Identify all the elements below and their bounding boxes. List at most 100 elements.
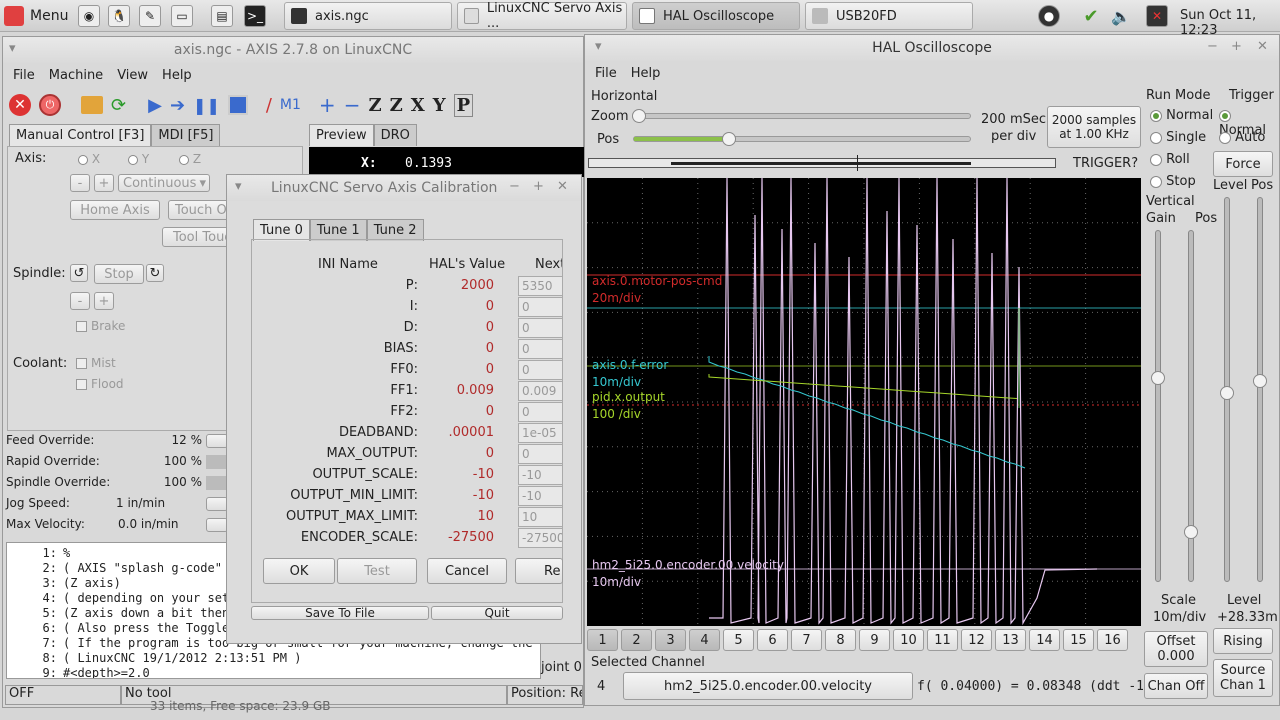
pause-icon[interactable]: ❚❚	[193, 96, 220, 115]
tab-manual-control[interactable]: Manual Control [F3]	[9, 124, 152, 146]
chan-off-button[interactable]: Chan Off	[1144, 673, 1208, 699]
scope-display[interactable]: axis.0.motor-pos-cmd 20m/div axis.0.f-erro…	[587, 178, 1141, 626]
stop-program-icon[interactable]	[227, 95, 248, 115]
calib-next-field[interactable]: 0	[518, 297, 562, 317]
shield-tray-icon[interactable]: ✔	[1080, 5, 1102, 27]
run-stop-radio[interactable]: Stop	[1150, 174, 1196, 189]
start-menu-button[interactable]: Menu	[4, 4, 68, 28]
camera-launcher-icon[interactable]: ◉	[78, 5, 100, 27]
terminal-launcher-icon[interactable]: >_	[244, 5, 266, 27]
channel-10-button[interactable]: 10	[893, 629, 924, 651]
task-usb[interactable]: USB20FD	[805, 2, 973, 30]
window-menu-icon[interactable]: ▾	[235, 179, 242, 194]
optional-stop-icon[interactable]: M1	[280, 97, 301, 113]
task-scope[interactable]: HAL Oscilloscope	[632, 2, 800, 30]
spindle-cw-icon[interactable]: ↻	[146, 264, 164, 282]
menu-view[interactable]: View	[117, 68, 148, 83]
jog-speed-slider[interactable]	[206, 497, 228, 511]
test-button[interactable]: Test	[337, 558, 417, 584]
menu-file[interactable]: File	[13, 68, 35, 83]
estop-icon[interactable]: ✕	[9, 94, 31, 116]
tab-tune-2[interactable]: Tune 2	[366, 219, 424, 241]
task-axis[interactable]: axis.ngc	[284, 2, 452, 30]
volume-tray-icon[interactable]: 🔈	[1110, 5, 1132, 27]
tab-dro[interactable]: DRO	[373, 124, 417, 146]
close-icon[interactable]: ✕	[1257, 39, 1268, 54]
spindle-stop-button[interactable]: Stop	[94, 264, 144, 284]
revert-button[interactable]: Re	[515, 558, 563, 584]
tab-mdi[interactable]: MDI [F5]	[151, 124, 221, 146]
channel-6-button[interactable]: 6	[757, 629, 788, 651]
calib-next-field[interactable]: -27500	[518, 528, 562, 548]
preview-canvas[interactable]: X: 0.1393	[309, 147, 585, 177]
home-axis-button[interactable]: Home Axis	[70, 200, 160, 220]
minimize-icon[interactable]: −	[1207, 39, 1218, 54]
calib-next-field[interactable]: -10	[518, 486, 562, 506]
axis-titlebar[interactable]: ▾ axis.ngc - AXIS 2.7.8 on LinuxCNC	[3, 37, 583, 63]
maximize-icon[interactable]: +	[533, 179, 544, 194]
pos-slider-knob[interactable]	[722, 132, 736, 146]
task-calibration[interactable]: LinuxCNC Servo Axis ...	[457, 1, 627, 31]
reload-icon[interactable]: ⟳	[111, 95, 126, 116]
zoom-in-icon[interactable]: +	[319, 93, 336, 117]
close-icon[interactable]: ✕	[557, 179, 568, 194]
channel-1-button[interactable]: 1	[587, 629, 618, 651]
step-icon[interactable]: ➔	[170, 95, 185, 116]
zoom-out-icon[interactable]: −	[344, 93, 361, 117]
run-icon[interactable]: ▶	[148, 95, 162, 116]
channel-4-button[interactable]: 4	[689, 629, 720, 651]
trigger-level-slider[interactable]	[1220, 197, 1234, 582]
view-p-icon[interactable]: P	[453, 93, 474, 117]
network-tray-icon[interactable]: ✕	[1146, 5, 1168, 27]
scope-titlebar[interactable]: ▾ HAL Oscilloscope − + ✕	[585, 35, 1279, 61]
flood-checkbox[interactable]: Flood	[76, 377, 124, 391]
channel-5-button[interactable]: 5	[723, 629, 754, 651]
monitor-launcher-icon[interactable]: ▭	[171, 5, 193, 27]
view-x-icon[interactable]: X	[411, 95, 425, 116]
view-y-icon[interactable]: Y	[433, 95, 446, 116]
quit-button[interactable]: Quit	[431, 606, 563, 620]
maximize-icon[interactable]: +	[1231, 39, 1242, 54]
window-menu-icon[interactable]: ▾	[595, 39, 602, 54]
ok-button[interactable]: OK	[263, 558, 335, 584]
tab-preview[interactable]: Preview	[309, 124, 374, 146]
menu-file[interactable]: File	[595, 66, 617, 81]
channel-8-button[interactable]: 8	[825, 629, 856, 651]
editor-launcher-icon[interactable]: ✎	[139, 5, 161, 27]
calib-next-field[interactable]: 10	[518, 507, 562, 527]
calibration-titlebar[interactable]: ▾ LinuxCNC Servo Axis Calibration − + ✕	[227, 175, 581, 201]
trigger-auto-radio[interactable]: Auto	[1219, 130, 1265, 145]
jog-minus-button[interactable]: -	[70, 174, 90, 192]
calib-next-field[interactable]: 0	[518, 402, 562, 422]
channel-14-button[interactable]: 14	[1029, 629, 1060, 651]
desktop-launcher-icon[interactable]: ▤	[211, 5, 233, 27]
vertical-pos-slider[interactable]	[1184, 230, 1198, 582]
menu-help[interactable]: Help	[631, 66, 661, 81]
save-to-file-button[interactable]: Save To File	[251, 606, 429, 620]
channel-11-button[interactable]: 11	[927, 629, 958, 651]
minimize-icon[interactable]: −	[509, 179, 520, 194]
selected-channel-name-button[interactable]: hm2_5i25.0.encoder.00.velocity	[623, 672, 913, 700]
source-button[interactable]: Source Chan 1	[1213, 659, 1273, 697]
calib-next-field[interactable]: -10	[518, 465, 562, 485]
calib-next-field[interactable]: 0	[518, 339, 562, 359]
channel-13-button[interactable]: 13	[995, 629, 1026, 651]
tux-launcher-icon[interactable]: 🐧	[108, 5, 130, 27]
axis-y-radio[interactable]: Y	[128, 152, 149, 166]
view-z-icon[interactable]: Z	[368, 95, 381, 116]
feed-override-slider[interactable]	[206, 434, 228, 448]
zoom-slider-knob[interactable]	[632, 109, 646, 123]
spindle-ccw-icon[interactable]: ↺	[70, 264, 88, 282]
force-button[interactable]: Force	[1213, 151, 1273, 177]
rapid-override-slider[interactable]	[206, 455, 228, 469]
window-menu-icon[interactable]: ▾	[9, 41, 16, 56]
power-icon[interactable]: ⏻	[39, 94, 61, 116]
axis-z-radio[interactable]: Z	[179, 152, 201, 166]
open-folder-icon[interactable]	[81, 96, 103, 114]
spindle-override-slider[interactable]	[206, 476, 228, 490]
trigger-level-slider-knob[interactable]	[1220, 386, 1234, 400]
mist-checkbox[interactable]: Mist	[76, 356, 116, 370]
vertical-pos-slider-knob[interactable]	[1184, 525, 1198, 539]
calib-next-field[interactable]: 1e-05	[518, 423, 562, 443]
channel-3-button[interactable]: 3	[655, 629, 686, 651]
